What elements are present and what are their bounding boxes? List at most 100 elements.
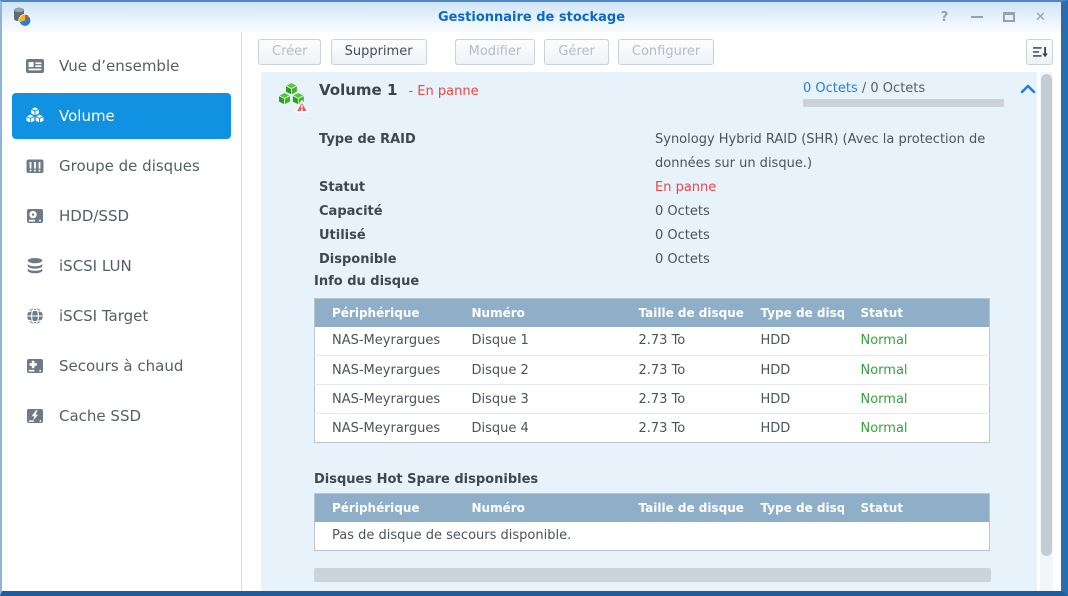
cell-device: NAS-Meyrargues (315, 356, 455, 385)
cell-type: HDD (744, 327, 844, 356)
detail-value: 0 Octets (655, 248, 1033, 272)
volume-title: Volume 1 (319, 81, 397, 99)
cell-device: NAS-Meyrargues (315, 414, 455, 443)
cell-status: Normal (844, 414, 990, 443)
usage-separator: / (858, 81, 871, 96)
database-icon (24, 255, 46, 277)
detail-row-raid-type: Type de RAID Synology Hybrid RAID (SHR) … (319, 128, 1033, 176)
cell-type: HDD (744, 356, 844, 385)
detail-label: Statut (319, 176, 655, 200)
column-header[interactable]: Périphérique (315, 299, 455, 327)
sidebar-item-iscsi-lun[interactable]: iSCSI LUN (12, 243, 231, 289)
sort-descending-icon (1031, 43, 1049, 61)
usage-total: 0 Octets (870, 81, 925, 96)
sort-button[interactable] (1026, 39, 1053, 65)
collapse-chevron-up-icon[interactable] (1019, 82, 1037, 96)
table-row[interactable]: NAS-Meyrargues Disque 3 2.73 To HDD Norm… (315, 385, 990, 414)
configure-button[interactable]: Configurer (618, 39, 714, 65)
create-button[interactable]: Créer (258, 39, 321, 65)
column-header[interactable]: Numéro (455, 299, 622, 327)
cell-size: 2.73 To (622, 414, 744, 443)
detail-label: Disponible (319, 248, 655, 272)
sidebar-item-label: Groupe de disques (59, 157, 200, 175)
sidebar-item-label: Secours à chaud (59, 357, 183, 375)
usage-text: 0 Octets / 0 Octets (803, 81, 925, 96)
column-header[interactable]: Type de disque (744, 299, 844, 327)
column-header[interactable]: Taille de disque (622, 494, 744, 522)
table-row[interactable]: NAS-Meyrargues Disque 2 2.73 To HDD Norm… (315, 356, 990, 385)
hot-spare-icon (24, 355, 46, 377)
storage-manager-window: Gestionnaire de stockage ? ✕ Vue d’ensem… (0, 0, 1068, 596)
sidebar-item-hot-spare[interactable]: Secours à chaud (12, 343, 231, 389)
column-header[interactable]: Type de disque (744, 494, 844, 522)
manage-button[interactable]: Gérer (544, 39, 608, 65)
sidebar-item-disk-group[interactable]: Groupe de disques (12, 143, 231, 189)
column-header[interactable]: Périphérique (315, 494, 455, 522)
storage-manager-app-icon (10, 5, 34, 29)
table-row[interactable]: NAS-Meyrargues Disque 1 2.73 To HDD Norm… (315, 327, 990, 356)
detail-row-used: Utilisé 0 Octets (319, 224, 1033, 248)
main-area: Créer Supprimer Modifier Gérer Configure… (242, 32, 1061, 591)
maximize-icon[interactable] (1000, 9, 1017, 26)
cell-size: 2.73 To (622, 385, 744, 414)
content-area: Volume 1 - En panne 0 Octets / 0 Octets … (242, 72, 1061, 591)
vertical-scrollbar-track[interactable] (1040, 72, 1053, 591)
column-header[interactable]: Statut (844, 494, 990, 522)
cell-device: NAS-Meyrargues (315, 327, 455, 356)
globe-icon (24, 305, 46, 327)
detail-label: Capacité (319, 200, 655, 224)
vertical-scrollbar-thumb[interactable] (1041, 74, 1052, 556)
cell-type: HDD (744, 385, 844, 414)
empty-message: Pas de disque de secours disponible. (315, 522, 990, 551)
sidebar-item-label: HDD/SSD (59, 207, 129, 225)
disk-info-heading: Info du disque (314, 274, 419, 289)
cell-size: 2.73 To (622, 327, 744, 356)
collapsed-section-bar (314, 568, 991, 582)
help-icon[interactable]: ? (936, 9, 953, 26)
usage-progress-bar (803, 99, 1004, 107)
table-row[interactable]: NAS-Meyrargues Disque 4 2.73 To HDD Norm… (315, 414, 990, 443)
disk-info-table: Périphérique Numéro Taille de disque Typ… (314, 298, 990, 443)
sidebar-item-ssd-cache[interactable]: Cache SSD (12, 393, 231, 439)
detail-row-available: Disponible 0 Octets (319, 248, 1033, 272)
detail-row-capacity: Capacité 0 Octets (319, 200, 1033, 224)
toolbar: Créer Supprimer Modifier Gérer Configure… (242, 32, 1061, 72)
column-header[interactable]: Taille de disque (622, 299, 744, 327)
close-icon[interactable]: ✕ (1032, 9, 1049, 26)
column-header[interactable]: Statut (844, 299, 990, 327)
cell-number: Disque 3 (455, 385, 622, 414)
sidebar-item-volume[interactable]: Volume (12, 93, 231, 139)
volume-error-icon (276, 80, 310, 114)
cell-status: Normal (844, 327, 990, 356)
volume-cubes-icon (24, 105, 46, 127)
minimize-icon[interactable] (968, 9, 985, 26)
column-header[interactable]: Numéro (455, 494, 622, 522)
table-header-row: Périphérique Numéro Taille de disque Typ… (315, 299, 990, 327)
volume-status-badge: - En panne (408, 84, 478, 99)
modify-button[interactable]: Modifier (455, 39, 536, 65)
volume-details: Type de RAID Synology Hybrid RAID (SHR) … (319, 128, 1033, 272)
sidebar-item-label: Vue d’ensemble (59, 57, 179, 75)
cell-number: Disque 4 (455, 414, 622, 443)
sidebar-item-iscsi-target[interactable]: iSCSI Target (12, 293, 231, 339)
cell-number: Disque 2 (455, 356, 622, 385)
sidebar-item-overview[interactable]: Vue d’ensemble (12, 43, 231, 89)
hot-spare-heading: Disques Hot Spare disponibles (314, 472, 538, 487)
detail-label: Utilisé (319, 224, 655, 248)
sidebar: Vue d’ensemble Volume (2, 32, 242, 591)
cell-status: Normal (844, 356, 990, 385)
ssd-cache-icon (24, 405, 46, 427)
detail-row-status: Statut En panne (319, 176, 1033, 200)
hdd-icon (24, 205, 46, 227)
detail-value: Synology Hybrid RAID (SHR) (Avec la prot… (655, 128, 1033, 176)
volume-header: Volume 1 - En panne (319, 80, 479, 99)
sidebar-item-hdd-ssd[interactable]: HDD/SSD (12, 193, 231, 239)
sidebar-item-label: Volume (59, 107, 115, 125)
delete-button[interactable]: Supprimer (331, 39, 427, 65)
sidebar-item-label: iSCSI LUN (59, 257, 132, 275)
cell-status: Normal (844, 385, 990, 414)
window-controls: ? ✕ (936, 2, 1049, 32)
cell-size: 2.73 To (622, 356, 744, 385)
sidebar-item-label: iSCSI Target (59, 307, 148, 325)
volume-panel: Volume 1 - En panne 0 Octets / 0 Octets … (261, 72, 1037, 591)
